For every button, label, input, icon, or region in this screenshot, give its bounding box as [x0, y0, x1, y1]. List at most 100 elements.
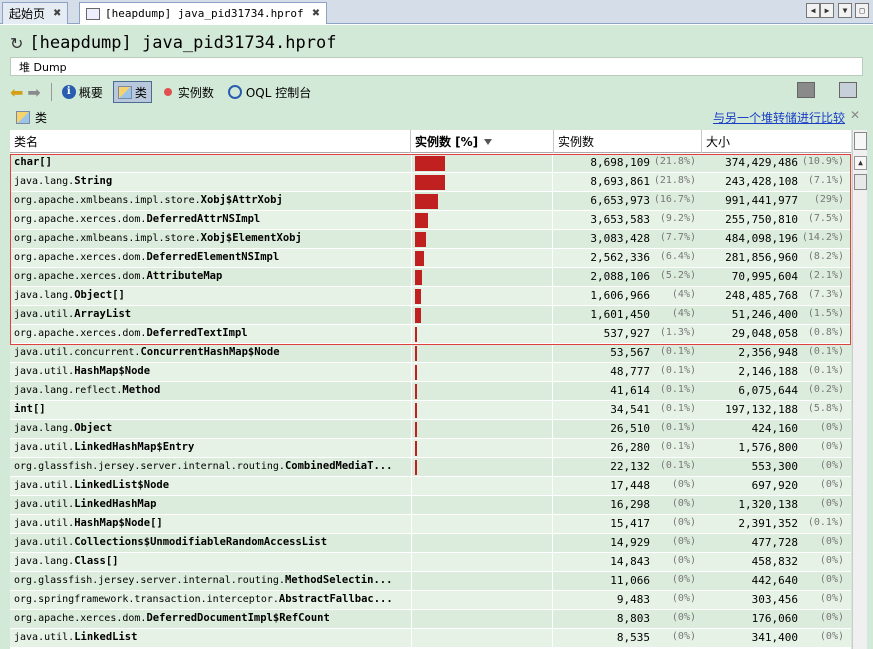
table-row[interactable]: java.util.Collections$UnmodifiableRandom… [10, 534, 851, 553]
table-row[interactable]: java.util.HashMap$Node 48,777 (0.1%) 2,146,… [10, 363, 851, 382]
instances-pct-bar [415, 346, 417, 361]
class-simple-name: Xobj$ElementXobj [200, 232, 302, 244]
size-bytes: 2,391,352 [738, 517, 798, 530]
instances-pct-cell [411, 230, 553, 249]
size-percent: (2.1%) [807, 270, 844, 281]
table-row[interactable]: org.apache.xerces.dom.DeferredElementNSI… [10, 249, 851, 268]
instances-percent: (0.1%) [659, 365, 696, 376]
maximize-icon[interactable]: □ [855, 3, 869, 18]
column-header-size[interactable]: 大小 [702, 130, 851, 153]
classes-button[interactable]: 类 [112, 81, 152, 103]
table-row[interactable]: java.util.ArrayList 1,601,450 (4%) 51,246,4… [10, 306, 851, 325]
table-row[interactable]: java.lang.Object 26,510 (0.1%) 424,160 (0%) [10, 420, 851, 439]
table-row[interactable]: org.glassfish.jersey.server.internal.rou… [10, 572, 851, 591]
forward-arrow-icon[interactable]: ➡ [27, 83, 40, 102]
size-bytes: 2,146,188 [738, 365, 798, 378]
page-title: ↻ [heapdump] java_pid31734.hprof [10, 31, 336, 55]
size-percent: (0.2%) [807, 384, 844, 395]
tab-list-icon[interactable]: ▼ [838, 3, 852, 18]
table-row[interactable]: org.apache.xmlbeans.impl.store.Xobj$Elem… [10, 230, 851, 249]
column-chooser-icon[interactable] [854, 132, 867, 150]
scroll-thumb[interactable] [854, 174, 867, 190]
package-name: java.lang.reflect. [14, 385, 123, 396]
tab-scroll-right-icon[interactable]: ▶ [820, 3, 834, 18]
class-simple-name: ConcurrentHashMap$Node [140, 346, 280, 358]
export-icon[interactable] [839, 82, 857, 98]
save-icon[interactable] [797, 82, 815, 98]
column-header-instances-pct[interactable]: 实例数 [%] [411, 130, 554, 153]
table-row[interactable]: java.lang.Class[] 14,843 (0%) 458,832 (0%) [10, 553, 851, 572]
size-bytes: 991,441,977 [725, 194, 798, 207]
class-name-cell: java.lang.Object[] [14, 289, 410, 301]
back-arrow-icon[interactable]: ⬅ [10, 83, 23, 102]
instances-pct-cell [411, 572, 553, 591]
size-percent: (7.1%) [807, 175, 844, 186]
package-name: java.util. [14, 518, 75, 529]
size-percent: (5.8%) [807, 403, 844, 414]
instances-pct-bar [415, 175, 445, 190]
table-row[interactable]: java.util.LinkedHashMap 16,298 (0%) 1,320,1… [10, 496, 851, 515]
instances-percent: (5.2%) [659, 270, 696, 281]
oql-console-button[interactable]: OQL 控制台 [224, 81, 315, 103]
tab-start-page[interactable]: 起始页 ✖ [2, 2, 69, 24]
table-row[interactable]: java.util.LinkedHashMap$Entry 26,280 (0.1%… [10, 439, 851, 458]
table-row[interactable]: java.util.LinkedList 8,535 (0%) 341,400 (0%) [10, 629, 851, 648]
tab-label: [heapdump] java_pid31734.hprof [105, 7, 304, 20]
summary-button[interactable]: i 概要 [58, 81, 107, 103]
table-row[interactable]: java.lang.Object[] 1,606,966 (4%) 248,485,7… [10, 287, 851, 306]
close-icon[interactable]: ✖ [312, 8, 320, 19]
close-icon[interactable]: ✕ [850, 108, 860, 122]
class-simple-name: HashMap$Node [74, 365, 151, 377]
scroll-up-icon[interactable]: ▲ [854, 156, 867, 170]
table-body: char[] 8,698,109 (21.8%) 374,429,486 (10.9%)… [10, 154, 851, 648]
package-name: org.apache.xerces.dom. [14, 613, 147, 624]
instances-count: 8,698,109 [590, 156, 650, 169]
table-row[interactable]: java.util.LinkedList$Node 17,448 (0%) 697,9… [10, 477, 851, 496]
table-row[interactable]: java.util.concurrent.ConcurrentHashMap$N… [10, 344, 851, 363]
package-name: java.util. [14, 537, 75, 548]
table-row[interactable]: org.glassfish.jersey.server.internal.rou… [10, 458, 851, 477]
tab-heapdump[interactable]: [heapdump] java_pid31734.hprof ✖ [79, 2, 328, 24]
table-row[interactable]: java.lang.String 8,693,861 (21.8%) 243,428,… [10, 173, 851, 192]
column-header-instances[interactable]: 实例数 [554, 130, 702, 153]
instances-pct-cell [411, 534, 553, 553]
table-row[interactable]: java.lang.reflect.Method 41,614 (0.1%) 6,07… [10, 382, 851, 401]
instances-pct-cell [411, 173, 553, 192]
table-row[interactable]: org.apache.xerces.dom.AttributeMap 2,088,… [10, 268, 851, 287]
size-bytes: 303,456 [751, 593, 798, 606]
instances-pct-cell [411, 496, 553, 515]
class-icon [16, 110, 30, 124]
compare-heap-link[interactable]: 与另一个堆转储进行比较 [713, 109, 845, 126]
table-row[interactable]: org.apache.xerces.dom.DeferredAttrNSImpl… [10, 211, 851, 230]
class-name-cell: org.glassfish.jersey.server.internal.rou… [14, 574, 410, 586]
class-simple-name: CombinedMediaT... [284, 460, 393, 472]
package-name: org.apache.xerces.dom. [14, 252, 147, 263]
column-header-name[interactable]: 类名 [10, 130, 411, 153]
class-simple-name: DeferredElementNSImpl [146, 251, 280, 263]
instances-percent: (0%) [671, 498, 696, 509]
table-row[interactable]: java.util.HashMap$Node[] 15,417 (0%) 2,391,… [10, 515, 851, 534]
package-name: java.lang. [14, 176, 75, 187]
package-name: org.apache.xerces.dom. [14, 271, 147, 282]
tab-scroll-left-icon[interactable]: ◀ [806, 3, 820, 18]
table-row[interactable]: org.apache.xerces.dom.DeferredTextImpl 53… [10, 325, 851, 344]
class-name-cell: java.util.HashMap$Node [14, 365, 410, 377]
vertical-scrollbar[interactable]: ▲ [852, 130, 867, 649]
instances-button[interactable]: 实例数 [158, 81, 218, 103]
instances-percent: (0%) [671, 574, 696, 585]
table-row[interactable]: char[] 8,698,109 (21.8%) 374,429,486 (10.9%) [10, 154, 851, 173]
class-simple-name: LinkedHashMap [74, 498, 157, 510]
class-name-cell: java.util.LinkedHashMap [14, 498, 410, 510]
table-row[interactable]: org.springframework.transaction.intercep… [10, 591, 851, 610]
table-row[interactable]: int[] 34,541 (0.1%) 197,132,188 (5.8%) [10, 401, 851, 420]
view-toolbar: ⬅ ➡ i 概要 类 实例数 OQL 控制台 [10, 80, 863, 104]
file-icon [86, 7, 100, 20]
instances-count: 14,843 [610, 555, 650, 568]
class-name-cell: org.apache.xerces.dom.DeferredAttrNSImpl [14, 213, 410, 225]
package-name: java.util. [14, 632, 75, 643]
class-simple-name: AbstractFallbac... [278, 593, 393, 605]
close-icon[interactable]: ✖ [53, 8, 61, 19]
size-bytes: 197,132,188 [725, 403, 798, 416]
table-row[interactable]: org.apache.xerces.dom.DeferredDocumentIm… [10, 610, 851, 629]
table-row[interactable]: org.apache.xmlbeans.impl.store.Xobj$Attr… [10, 192, 851, 211]
